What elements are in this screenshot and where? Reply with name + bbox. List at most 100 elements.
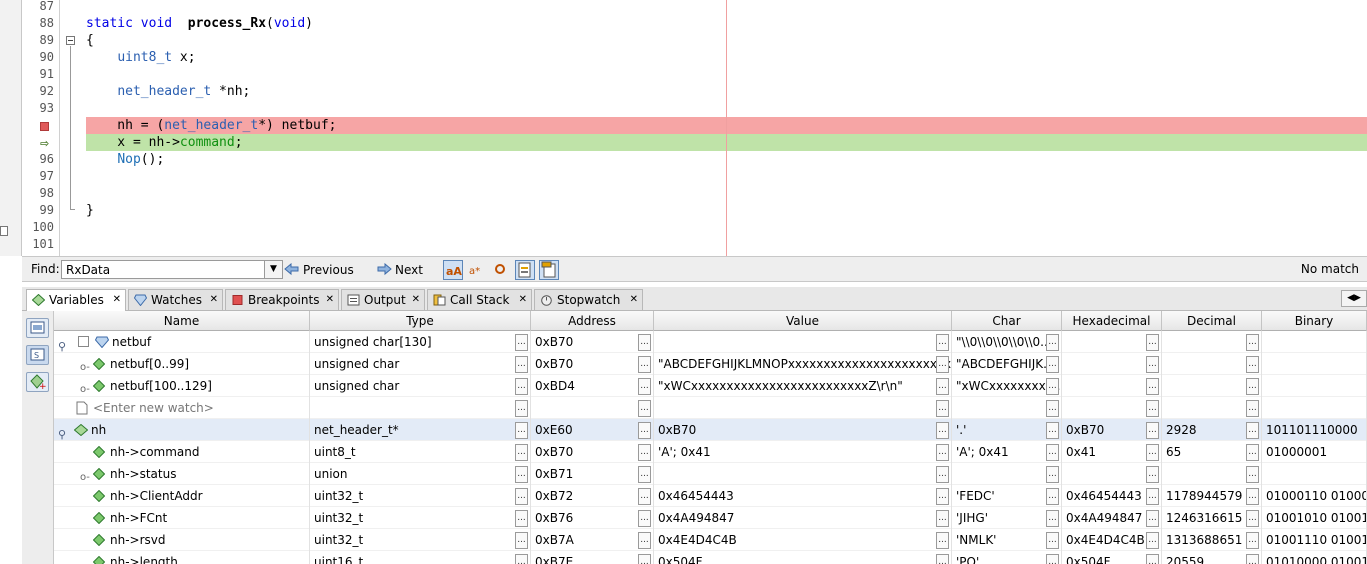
tab-output[interactable]: Output ✕ — [341, 289, 425, 310]
find-previous-button[interactable]: Previous — [284, 261, 354, 279]
cell-edit-button[interactable]: ... — [638, 356, 651, 373]
cell-type[interactable]: uint32_t — [310, 485, 531, 507]
cell-address[interactable]: 0xB70 — [531, 331, 654, 353]
cell-address[interactable]: 0xB72 — [531, 485, 654, 507]
cell-type[interactable]: uint32_t — [310, 529, 531, 551]
pin-icon[interactable]: ⚲ — [58, 424, 66, 441]
cell-edit-button[interactable]: ... — [1046, 444, 1059, 461]
cell-edit-button[interactable]: ... — [1146, 554, 1159, 564]
cell-edit-button[interactable]: ... — [1146, 488, 1159, 505]
cell-value[interactable]: 0x504F — [654, 551, 952, 564]
cell-edit-button[interactable]: ... — [936, 554, 949, 564]
cell-edit-button[interactable]: ... — [1046, 554, 1059, 564]
cell-address[interactable]: 0xBD4 — [531, 375, 654, 397]
table-row[interactable]: nh->ClientAddr uint32_t... 0xB72... 0x46454… — [54, 485, 1367, 507]
cell-edit-button[interactable]: ... — [1146, 444, 1159, 461]
cell-edit-button[interactable]: ... — [638, 488, 651, 505]
cell-edit-button[interactable]: ... — [515, 532, 528, 549]
cell-address[interactable]: 0xB70 — [531, 441, 654, 463]
cell-edit-button[interactable]: ... — [515, 356, 528, 373]
table-row[interactable]: o-netbuf[0..99] unsigned char... 0xB70... "… — [54, 353, 1367, 375]
breakpoint-icon[interactable] — [40, 122, 49, 131]
tab-call-stack[interactable]: Call Stack ✕ — [427, 289, 532, 310]
code-editor[interactable]: 87 88 89 90 91 92 93 96 97 98 99 100 101 ⇨ static vo… — [0, 0, 1367, 256]
cell-bin[interactable]: 01000110 01000... — [1262, 485, 1367, 507]
cell-bin[interactable]: 01001010 01001... — [1262, 507, 1367, 529]
tab-watches[interactable]: Watches ✕ — [128, 289, 223, 310]
tree-expander-icon[interactable]: o- — [80, 379, 90, 397]
cell-edit-button[interactable]: ... — [936, 400, 949, 417]
cell-edit-button[interactable]: ... — [1046, 466, 1059, 483]
table-row[interactable]: <Enter new watch>.................. — [54, 397, 1367, 419]
cell-edit-button[interactable]: ... — [1246, 554, 1259, 564]
cell-edit-button[interactable]: ... — [1046, 510, 1059, 527]
cell-type[interactable] — [310, 397, 531, 419]
cell-edit-button[interactable]: ... — [1246, 488, 1259, 505]
table-row[interactable]: nh->rsvd uint32_t... 0xB7A... 0x4E4D4C4B...… — [54, 529, 1367, 551]
cell-type[interactable]: net_header_t* — [310, 419, 531, 441]
column-header-address[interactable]: Address — [531, 311, 654, 331]
cell-edit-button[interactable]: ... — [1146, 466, 1159, 483]
cell-edit-button[interactable]: ... — [638, 532, 651, 549]
table-row[interactable]: ⚲ nh net_header_t*... 0xE60... 0xB70... '.'..… — [54, 419, 1367, 441]
cell-value[interactable]: 0xB70 — [654, 419, 952, 441]
variable-name[interactable]: <Enter new watch> — [93, 397, 214, 419]
cell-edit-button[interactable]: ... — [1046, 422, 1059, 439]
cell-edit-button[interactable]: ... — [515, 488, 528, 505]
cell-edit-button[interactable]: ... — [1246, 422, 1259, 439]
table-row[interactable]: nh->FCnt uint32_t... 0xB76... 0x4A494847...… — [54, 507, 1367, 529]
cell-bin[interactable]: 101101110000 — [1262, 419, 1367, 441]
column-header-hexadecimal[interactable]: Hexadecimal — [1062, 311, 1162, 331]
cell-edit-button[interactable]: ... — [1146, 356, 1159, 373]
find-next-button[interactable]: Next — [376, 261, 423, 279]
cell-edit-button[interactable]: ... — [1046, 488, 1059, 505]
find-input[interactable] — [61, 260, 283, 279]
cell-edit-button[interactable]: ... — [936, 334, 949, 351]
cell-bin[interactable] — [1262, 463, 1367, 485]
cell-edit-button[interactable]: ... — [936, 510, 949, 527]
cell-edit-button[interactable]: ... — [1146, 510, 1159, 527]
tab-breakpoints[interactable]: Breakpoints ✕ — [225, 289, 339, 310]
cell-type[interactable]: unsigned char — [310, 353, 531, 375]
cell-edit-button[interactable]: ... — [936, 532, 949, 549]
cell-edit-button[interactable]: ... — [1046, 400, 1059, 417]
cell-edit-button[interactable]: ... — [936, 378, 949, 395]
cell-edit-button[interactable]: ... — [1246, 334, 1259, 351]
cell-type[interactable]: unsigned char[130] — [310, 331, 531, 353]
expand-checkbox[interactable] — [78, 336, 89, 347]
match-case-toggle[interactable]: aA — [443, 260, 463, 280]
cell-edit-button[interactable]: ... — [936, 356, 949, 373]
cell-address[interactable]: 0xB70 — [531, 353, 654, 375]
cell-edit-button[interactable]: ... — [1246, 510, 1259, 527]
cell-edit-button[interactable]: ... — [515, 422, 528, 439]
cell-edit-button[interactable]: ... — [515, 466, 528, 483]
cell-value[interactable] — [654, 463, 952, 485]
close-tab-icon[interactable]: ✕ — [519, 290, 527, 310]
fold-collapse-icon[interactable] — [66, 36, 75, 45]
cell-edit-button[interactable]: ... — [1146, 334, 1159, 351]
close-tab-icon[interactable]: ✕ — [630, 290, 638, 310]
cell-edit-button[interactable]: ... — [1246, 444, 1259, 461]
add-watch-button[interactable]: + — [26, 372, 49, 392]
cell-type[interactable]: uint16_t — [310, 551, 531, 564]
cell-edit-button[interactable]: ... — [936, 422, 949, 439]
cell-edit-button[interactable]: ... — [638, 400, 651, 417]
column-header-char[interactable]: Char — [952, 311, 1062, 331]
cell-value[interactable]: 0x4E4D4C4B — [654, 529, 952, 551]
find-history-dropdown[interactable]: ▼ — [264, 261, 282, 278]
close-tab-icon[interactable]: ✕ — [412, 290, 420, 310]
cell-bin[interactable] — [1262, 353, 1367, 375]
cell-address[interactable]: 0xB7A — [531, 529, 654, 551]
cell-edit-button[interactable]: ... — [936, 466, 949, 483]
cell-edit-button[interactable]: ... — [1046, 356, 1059, 373]
cell-value[interactable] — [654, 397, 952, 419]
cell-edit-button[interactable]: ... — [1246, 400, 1259, 417]
cell-bin[interactable]: 01000001 — [1262, 441, 1367, 463]
column-header-type[interactable]: Type — [310, 311, 531, 331]
cell-edit-button[interactable]: ... — [1146, 378, 1159, 395]
cell-type[interactable]: union — [310, 463, 531, 485]
cell-type[interactable]: uint8_t — [310, 441, 531, 463]
cell-edit-button[interactable]: ... — [515, 378, 528, 395]
cell-type[interactable]: unsigned char — [310, 375, 531, 397]
cell-address[interactable]: 0xB76 — [531, 507, 654, 529]
